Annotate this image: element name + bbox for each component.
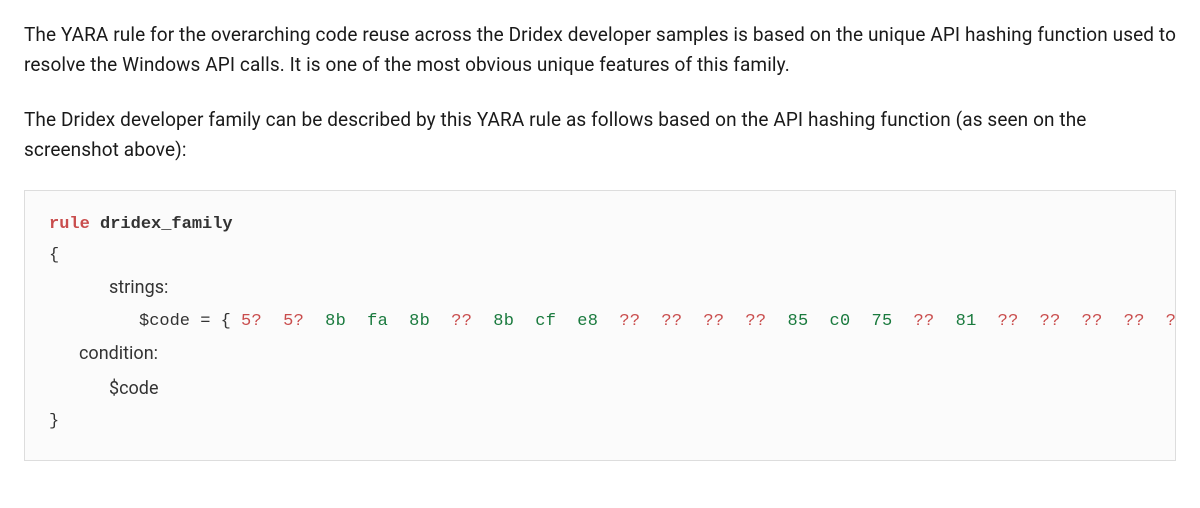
condition-body: $code	[109, 378, 159, 399]
yara-code-block: rule dridex_family { strings: $code = { …	[24, 190, 1176, 461]
hex-byte: 8b	[493, 312, 514, 331]
code-line-rule: rule dridex_family	[49, 209, 1151, 240]
hex-wildcard: ??	[703, 312, 724, 331]
code-line-hex: $code = { 5? 5? 8b fa 8b ?? 8b cf e8 ?? …	[49, 306, 1151, 337]
condition-label: condition:	[79, 343, 158, 364]
hex-byte: fa	[367, 312, 388, 331]
var-code: $code	[139, 312, 190, 331]
hex-wildcard: ??	[1124, 312, 1145, 331]
hex-byte: 8b	[409, 312, 430, 331]
keyword-rule: rule	[49, 215, 90, 234]
hex-wildcard: ??	[1166, 312, 1176, 331]
code-line-condition-body: $code	[49, 372, 1151, 406]
code-line-close-brace: }	[49, 406, 1151, 437]
hex-bytes: 5? 5? 8b fa 8b ?? 8b cf e8 ?? ?? ?? ?? 8…	[241, 312, 1176, 331]
hex-byte: 8b	[325, 312, 346, 331]
hex-wildcard: ??	[1082, 312, 1103, 331]
hex-wildcard: ??	[1040, 312, 1061, 331]
rule-name: dridex_family	[100, 215, 233, 234]
hex-wildcard: ??	[451, 312, 472, 331]
hex-byte: c0	[829, 312, 850, 331]
hex-wildcard: ??	[998, 312, 1019, 331]
paragraph-2: The Dridex developer family can be descr…	[24, 105, 1176, 166]
code-line-condition-label: condition:	[49, 337, 1151, 371]
hex-wildcard: ??	[914, 312, 935, 331]
hex-byte: 75	[872, 312, 893, 331]
code-line-strings-label: strings:	[49, 271, 1151, 305]
hex-wildcard: ??	[619, 312, 640, 331]
hex-wildcard: 5?	[283, 312, 304, 331]
hex-byte: e8	[577, 312, 598, 331]
hex-byte: 85	[787, 312, 808, 331]
hex-wildcard: ??	[661, 312, 682, 331]
strings-label: strings:	[109, 277, 168, 298]
hex-wildcard: 5?	[241, 312, 262, 331]
paragraph-1: The YARA rule for the overarching code r…	[24, 20, 1176, 81]
code-line-open-brace: {	[49, 240, 1151, 271]
hex-byte: 81	[956, 312, 977, 331]
hex-byte: cf	[535, 312, 556, 331]
hex-wildcard: ??	[745, 312, 766, 331]
